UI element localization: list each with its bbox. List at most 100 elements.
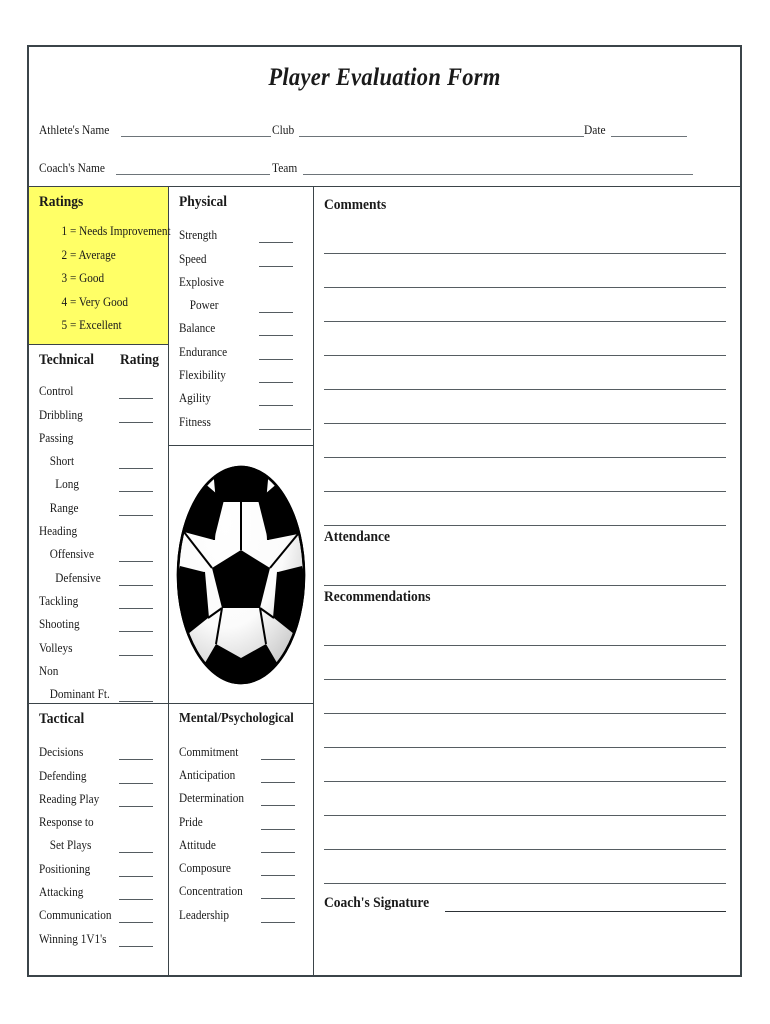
- mental-skill-rating-input[interactable]: [261, 840, 295, 853]
- tactical-skill-rating-input[interactable]: [119, 934, 153, 947]
- mental-skill-rating-input[interactable]: [261, 770, 295, 783]
- mental-skill-row: Commitment: [179, 736, 313, 760]
- comments-line[interactable]: [324, 254, 726, 288]
- technical-skill-rating-input[interactable]: [119, 643, 153, 656]
- physical-skill-rating-input[interactable]: [259, 370, 293, 384]
- physical-skill-rating-input[interactable]: [259, 230, 293, 244]
- tactical-skill-label: Defending: [39, 768, 87, 783]
- coach-signature-input[interactable]: [444, 896, 726, 912]
- mental-skill-label: Determination: [179, 791, 244, 806]
- recommendations-line[interactable]: [324, 612, 726, 646]
- tactical-skill-label: Winning 1V1's: [39, 931, 107, 946]
- mental-skill-list: Commitment Anticipation Determination Pride…: [179, 736, 313, 923]
- physical-skill-row: Strength: [179, 220, 313, 244]
- technical-skill-row: Short: [39, 446, 168, 470]
- form-body: Ratings 1 = Needs Improvement 2 = Averag…: [29, 187, 740, 975]
- ratings-scale-list: 1 = Needs Improvement 2 = Average 3 = Go…: [39, 220, 171, 338]
- form-header: Player Evaluation Form Athlete's Name Cl…: [29, 47, 740, 187]
- comments-line[interactable]: [324, 322, 726, 356]
- physical-skill-row: Fitness: [179, 406, 313, 430]
- physical-skill-rating-input[interactable]: [259, 323, 293, 337]
- tactical-skill-rating-input[interactable]: [119, 864, 153, 877]
- date-input[interactable]: [610, 123, 687, 137]
- technical-skill-rating-input[interactable]: [119, 573, 153, 586]
- technical-skill-rating-input[interactable]: [119, 619, 153, 633]
- technical-skill-rating-input[interactable]: [119, 689, 153, 703]
- mental-skill-rating-input[interactable]: [261, 793, 295, 807]
- physical-skill-label: Agility: [179, 391, 211, 406]
- physical-skill-rating-input[interactable]: [259, 347, 293, 360]
- tactical-skill-label: Positioning: [39, 861, 91, 876]
- right-column: Comments Attendance Recommendations Coac…: [314, 187, 740, 975]
- technical-skill-label: Short: [49, 454, 75, 469]
- technical-skill-label: Range: [49, 500, 79, 515]
- technical-skill-rating-input[interactable]: [119, 410, 153, 423]
- physical-skill-rating-input[interactable]: [259, 254, 293, 267]
- recommendations-write-area[interactable]: [324, 612, 726, 884]
- comments-line[interactable]: [324, 288, 726, 322]
- tactical-skill-row: Reading Play: [39, 784, 168, 807]
- comments-line[interactable]: [324, 356, 726, 390]
- identity-row-1: Athlete's Name Club Date: [29, 117, 740, 137]
- tactical-skill-label: Decisions: [39, 745, 84, 760]
- mental-skill-rating-input[interactable]: [261, 886, 295, 900]
- mental-skill-rating-input[interactable]: [261, 910, 295, 923]
- recommendations-line[interactable]: [324, 646, 726, 680]
- recommendations-line[interactable]: [324, 782, 726, 816]
- technical-skill-label: Non: [39, 663, 59, 678]
- mental-skill-row: Pride: [179, 806, 313, 830]
- tactical-skill-rating-input[interactable]: [119, 747, 153, 761]
- mental-skill-label: Concentration: [179, 884, 243, 899]
- team-input[interactable]: [302, 161, 693, 175]
- physical-skill-label: Fitness: [179, 414, 211, 429]
- athlete-name-input[interactable]: [120, 123, 271, 137]
- comments-line[interactable]: [324, 220, 726, 254]
- rating-key-3: 3 = Good: [61, 271, 105, 285]
- physical-skill-rating-input[interactable]: [259, 417, 311, 430]
- mental-skill-rating-input[interactable]: [261, 817, 295, 830]
- technical-skill-rating-input[interactable]: [119, 479, 153, 493]
- mental-skill-rating-input[interactable]: [261, 863, 295, 877]
- physical-skill-rating-input[interactable]: [259, 300, 293, 314]
- technical-skill-rating-input[interactable]: [119, 549, 153, 563]
- mental-heading: Mental/Psychological: [179, 711, 294, 727]
- physical-skill-row: Endurance: [179, 336, 313, 360]
- recommendations-line[interactable]: [324, 680, 726, 714]
- tactical-skill-rating-input[interactable]: [119, 840, 153, 854]
- technical-skill-rating-input[interactable]: [119, 456, 153, 470]
- recommendations-line[interactable]: [324, 714, 726, 748]
- comments-line[interactable]: [324, 458, 726, 492]
- recommendations-line[interactable]: [324, 850, 726, 884]
- comments-line[interactable]: [324, 492, 726, 526]
- tactical-skill-rating-input[interactable]: [119, 887, 153, 901]
- technical-skill-rating-blank: [119, 527, 153, 539]
- tactical-skill-rating-input[interactable]: [119, 771, 153, 784]
- physical-skill-row: Agility: [179, 383, 313, 407]
- comments-write-area[interactable]: [324, 220, 726, 526]
- club-input[interactable]: [299, 123, 585, 137]
- physical-skill-rating-input[interactable]: [259, 393, 293, 407]
- technical-skill-rating-input[interactable]: [119, 503, 153, 516]
- technical-skill-rating-input[interactable]: [119, 596, 153, 609]
- physical-skill-row: Balance: [179, 313, 313, 337]
- tactical-skill-rating-input[interactable]: [119, 910, 153, 924]
- technical-skill-rating-input[interactable]: [119, 386, 153, 400]
- technical-skill-label: Dribbling: [39, 407, 83, 422]
- comments-line[interactable]: [324, 390, 726, 424]
- attendance-line[interactable]: [324, 552, 726, 586]
- tactical-skill-label: Set Plays: [49, 838, 92, 853]
- mental-skill-label: Commitment: [179, 744, 239, 759]
- technical-skill-label: Shooting: [39, 617, 80, 632]
- mental-skill-rating-input[interactable]: [261, 747, 295, 760]
- attendance-write-area[interactable]: [324, 552, 726, 586]
- technical-rating-heading: Rating: [120, 352, 160, 368]
- right-column-inner: Comments Attendance Recommendations Coac…: [314, 187, 740, 975]
- technical-panel: Technical Rating Control Dribbling Passing…: [29, 345, 168, 704]
- recommendations-line[interactable]: [324, 748, 726, 782]
- tactical-skill-rating-input[interactable]: [119, 794, 153, 807]
- comments-line[interactable]: [324, 424, 726, 458]
- technical-skill-row: Dribbling: [39, 399, 168, 423]
- coach-name-input[interactable]: [115, 161, 270, 175]
- form-outer-frame: Player Evaluation Form Athlete's Name Cl…: [27, 45, 742, 977]
- recommendations-line[interactable]: [324, 816, 726, 850]
